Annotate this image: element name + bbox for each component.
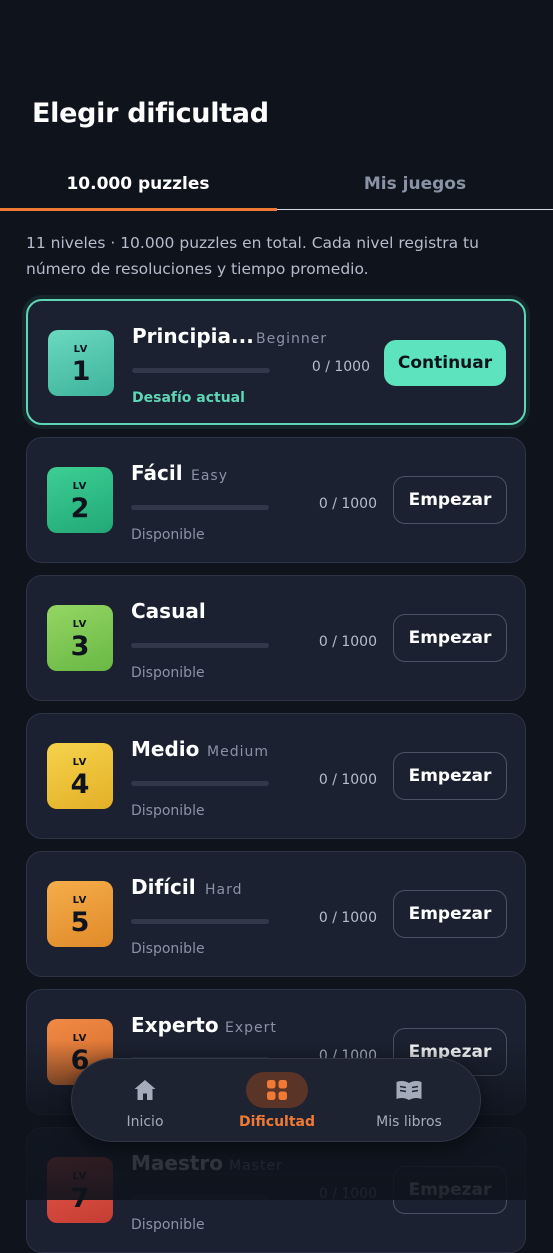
tab-bar: 10.000 puzzles Mis juegos — [0, 158, 553, 212]
home-icon — [114, 1072, 176, 1108]
level-name: Medio — [131, 737, 200, 761]
level-card[interactable]: LV 3 Casual 0 / 1000 Disponible Empezar — [26, 575, 526, 701]
level-subtitle: Easy — [191, 468, 229, 484]
level-badge-prefix: LV — [72, 481, 88, 492]
level-subtitle: Medium — [207, 744, 269, 760]
level-badge-prefix: LV — [72, 757, 88, 768]
nav-item-mis-libros[interactable]: Mis libros — [344, 1059, 474, 1143]
level-status: Disponible — [131, 803, 205, 819]
level-count: 0 / 1000 — [318, 910, 377, 926]
tab-mis-juegos[interactable]: Mis juegos — [277, 158, 553, 210]
level-status: Disponible — [131, 941, 205, 957]
level-badge: LV 1 — [48, 330, 114, 396]
start-button[interactable]: Empezar — [393, 614, 507, 662]
level-progress-bar — [131, 919, 269, 924]
tab-divider — [277, 209, 553, 210]
start-button[interactable]: Empezar — [393, 476, 507, 524]
tab-active-indicator — [0, 208, 277, 211]
level-progress-bar — [131, 643, 269, 648]
level-count: 0 / 1000 — [318, 634, 377, 650]
level-progress-bar — [132, 368, 270, 373]
continue-button[interactable]: Continuar — [384, 340, 506, 386]
level-number: 5 — [70, 907, 90, 938]
level-subtitle: Expert — [225, 1020, 277, 1036]
grid-icon — [246, 1072, 308, 1108]
level-progress-bar — [131, 505, 269, 510]
start-button[interactable]: Empezar — [393, 890, 507, 938]
level-subtitle: Beginner — [256, 331, 328, 347]
tab-10000-puzzles[interactable]: 10.000 puzzles — [0, 158, 276, 210]
level-subtitle: Hard — [205, 882, 243, 898]
level-name: Principia... — [132, 324, 254, 348]
level-number: 1 — [71, 356, 91, 387]
level-count: 0 / 1000 — [318, 496, 377, 512]
book-icon — [378, 1072, 440, 1108]
level-card[interactable]: LV 5 Difícil Hard 0 / 1000 Disponible Empezar — [26, 851, 526, 977]
level-status: Disponible — [131, 665, 205, 681]
description-text: 11 niveles · 10.000 puzzles en total. Ca… — [26, 234, 479, 278]
level-name: Casual — [131, 599, 206, 623]
level-badge-prefix: LV — [73, 344, 89, 355]
level-badge: LV 3 — [47, 605, 113, 671]
level-badge-prefix: LV — [72, 619, 88, 630]
level-badge: LV 5 — [47, 881, 113, 947]
nav-item-inicio[interactable]: Inicio — [80, 1059, 210, 1143]
level-status: Disponible — [131, 527, 205, 543]
start-button[interactable]: Empezar — [393, 752, 507, 800]
level-number: 3 — [70, 631, 90, 662]
page-title: Elegir dificultad — [32, 98, 269, 129]
level-status: Disponible — [131, 1217, 205, 1233]
level-progress-bar — [131, 781, 269, 786]
level-badge: LV 2 — [47, 467, 113, 533]
level-card[interactable]: LV 4 Medio Medium 0 / 1000 Disponible Empezar — [26, 713, 526, 839]
level-name: Difícil — [131, 875, 196, 899]
level-name: Experto — [131, 1013, 219, 1037]
level-name: Fácil — [131, 461, 183, 485]
nav-label: Mis libros — [376, 1114, 442, 1130]
level-number: 4 — [70, 769, 90, 800]
level-card[interactable]: LV 1 Principia... Beginner 0 / 1000 Desafío a… — [26, 299, 526, 425]
level-number: 2 — [70, 493, 90, 524]
nav-label: Inicio — [126, 1114, 164, 1130]
level-count: 0 / 1000 — [318, 772, 377, 788]
level-badge-prefix: LV — [72, 895, 88, 906]
nav-item-dificultad[interactable]: Dificultad — [212, 1059, 342, 1143]
level-badge: LV 4 — [47, 743, 113, 809]
level-card[interactable]: LV 2 Fácil Easy 0 / 1000 Disponible Empezar — [26, 437, 526, 563]
nav-label: Dificultad — [238, 1114, 316, 1130]
bottom-nav: Inicio Dificultad Mis libros — [71, 1058, 481, 1142]
level-count: 0 / 1000 — [311, 359, 370, 375]
level-status: Desafío actual — [132, 390, 245, 406]
